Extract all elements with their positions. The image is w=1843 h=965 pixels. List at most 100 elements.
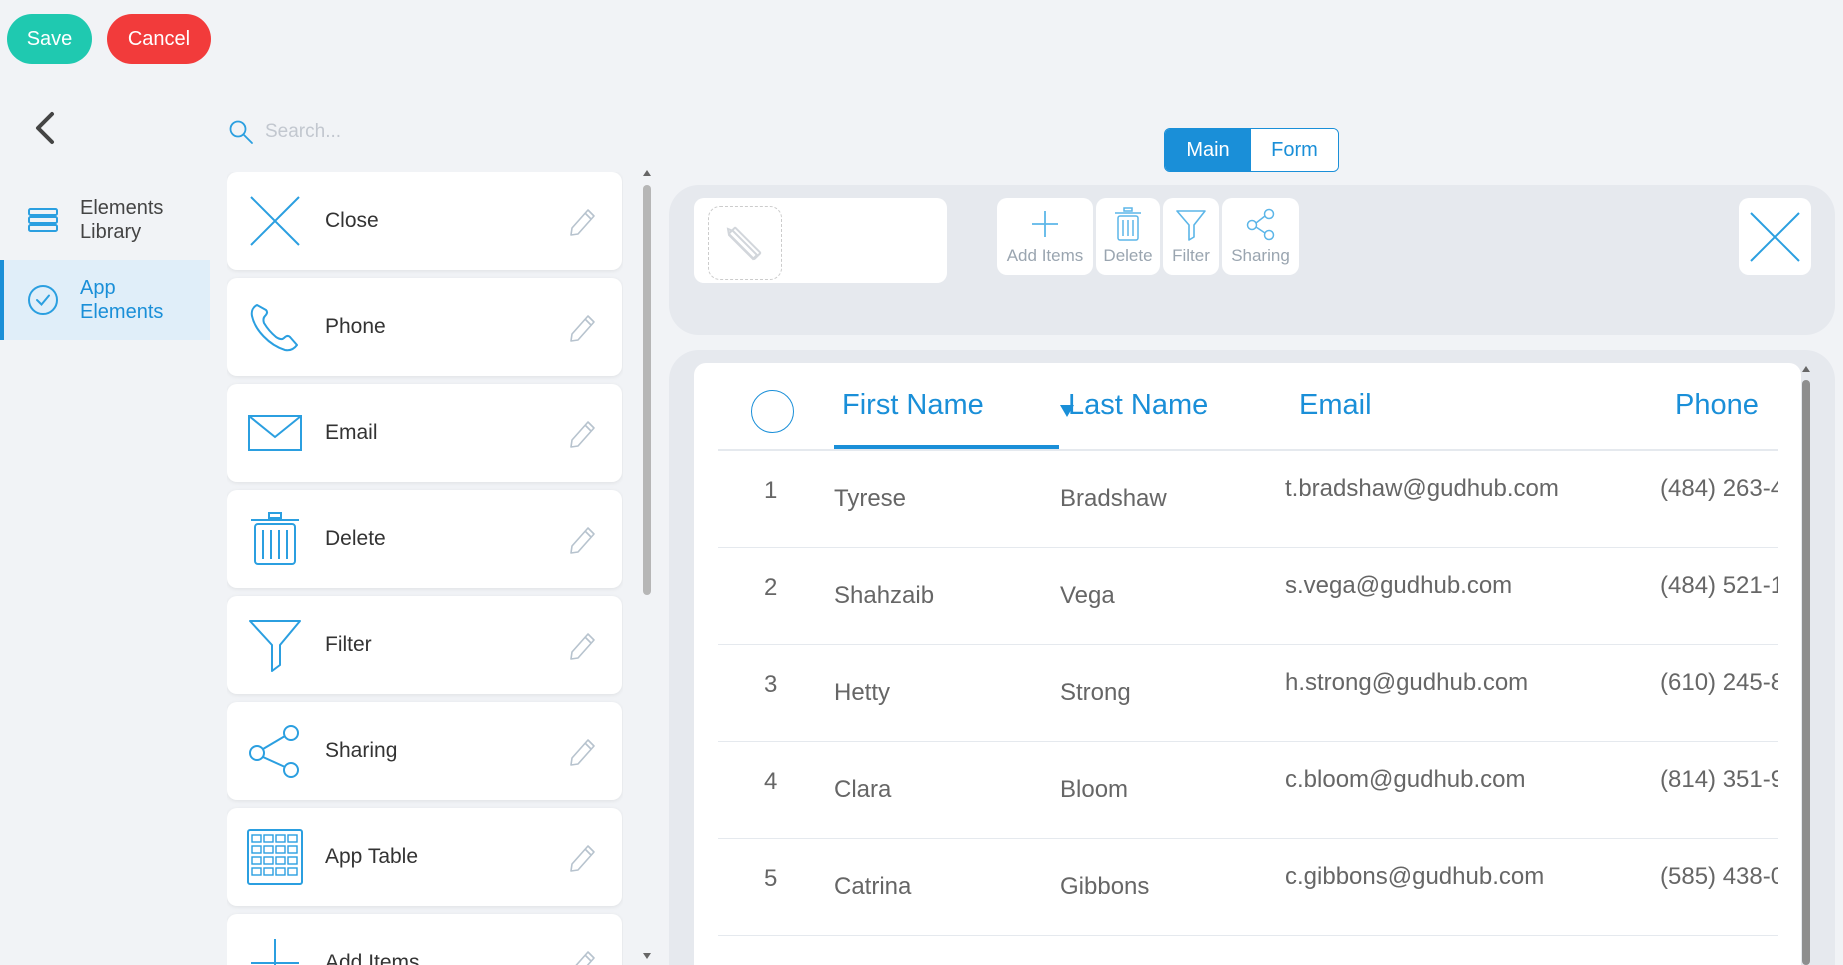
close-icon [1750, 211, 1800, 262]
elements-scrollbar[interactable] [643, 185, 651, 595]
cell-email: c.gibbons@gudhub.com [1285, 863, 1545, 890]
pencil-icon[interactable] [566, 522, 600, 556]
cell-email: c.bloom@gudhub.com [1285, 766, 1526, 793]
tool-label: Sharing [1231, 246, 1290, 265]
element-label: Sharing [325, 739, 398, 762]
app-table: First Name Last Name Email Phone 1 Tyres… [694, 363, 1801, 965]
scroll-up-arrow[interactable] [643, 170, 651, 176]
element-card-add-items[interactable]: Add Items [227, 914, 622, 965]
pencil-icon[interactable] [566, 416, 600, 450]
cell-last-name: Bloom [1060, 776, 1129, 803]
element-card-phone[interactable]: Phone [227, 278, 622, 376]
cell-email: s.vega@gudhub.com [1285, 572, 1513, 599]
table-row[interactable]: 2 Shahzaib Vega s.vega@gudhub.com (484) … [718, 548, 1778, 645]
pencil-icon[interactable] [566, 204, 600, 238]
pencil-icon[interactable] [566, 310, 600, 344]
table-panel: First Name Last Name Email Phone 1 Tyres… [669, 350, 1835, 965]
cell-phone: (610) 245-8 [1660, 669, 1778, 696]
check-circle-icon [28, 285, 58, 315]
element-label: Filter [325, 633, 372, 656]
trash-icon [1115, 207, 1141, 241]
cancel-button[interactable]: Cancel [107, 14, 211, 64]
element-card-close[interactable]: Close [227, 172, 622, 270]
row-index: 5 [764, 865, 778, 892]
tool-sharing-button[interactable]: Sharing [1222, 198, 1299, 275]
cell-last-name: Bradshaw [1060, 485, 1167, 512]
row-index: 4 [764, 768, 778, 795]
element-card-email[interactable]: Email [227, 384, 622, 482]
sidebar-item-label: Elements Library [80, 197, 164, 243]
search-input[interactable] [265, 121, 585, 143]
cell-last-name: Vega [1060, 582, 1115, 609]
cell-first-name: Hetty [834, 679, 891, 706]
tab-form[interactable]: Form [1251, 129, 1338, 171]
chevron-left-icon[interactable] [30, 110, 62, 146]
element-label: Email [325, 421, 378, 444]
element-card-sharing[interactable]: Sharing [227, 702, 622, 800]
tool-label: Delete [1103, 246, 1153, 265]
column-header-first-name[interactable]: First Name [842, 389, 984, 422]
sidebar-item-label: App Elements [80, 277, 164, 323]
top-bar: Save Cancel [0, 0, 1843, 80]
element-card-delete[interactable]: Delete [227, 490, 622, 588]
column-header-last-name[interactable]: Last Name [1068, 389, 1208, 422]
pencil-icon[interactable] [566, 628, 600, 662]
pencil-icon[interactable] [566, 734, 600, 768]
tool-add-items-button[interactable]: Add Items [997, 198, 1093, 275]
cell-phone: (585) 438-0 [1660, 863, 1778, 890]
tool-filter-button[interactable]: Filter [1163, 198, 1219, 275]
element-label: Delete [325, 527, 386, 550]
share-icon [249, 725, 299, 778]
table-header: First Name Last Name Email Phone [718, 363, 1778, 451]
cell-first-name: Clara [834, 776, 892, 803]
save-button[interactable]: Save [7, 14, 92, 64]
trash-icon [251, 512, 299, 565]
logo-card[interactable] [694, 198, 947, 283]
table-row[interactable]: 5 Catrina Gibbons c.gibbons@gudhub.com (… [718, 839, 1778, 936]
cell-last-name: Gibbons [1060, 873, 1150, 900]
table-scroll-up-arrow[interactable] [1802, 366, 1810, 372]
column-header-phone[interactable]: Phone [1675, 389, 1759, 422]
sidebar-nav: Elements Library App Elements [0, 180, 210, 340]
search-icon [229, 120, 253, 144]
tool-delete-button[interactable]: Delete [1096, 198, 1160, 275]
cell-first-name: Catrina [834, 873, 912, 900]
tab-main[interactable]: Main [1165, 129, 1251, 171]
cell-email: h.strong@gudhub.com [1285, 669, 1529, 696]
cell-phone: (484) 521-1 [1660, 572, 1778, 599]
row-index: 3 [764, 671, 778, 698]
table-body: 1 Tyrese Bradshaw t.bradshaw@gudhub.com … [718, 451, 1778, 936]
close-preview-button[interactable] [1739, 198, 1811, 275]
table-row[interactable]: 1 Tyrese Bradshaw t.bradshaw@gudhub.com … [718, 451, 1778, 548]
toolbar-panel: Add Items Delete Filter Sharing [669, 185, 1835, 335]
search-bar [227, 110, 627, 154]
select-all-checkbox[interactable] [751, 390, 794, 433]
table-row[interactable]: 4 Clara Bloom c.bloom@gudhub.com (814) 3… [718, 742, 1778, 839]
scroll-down-arrow[interactable] [643, 953, 651, 959]
share-icon [1246, 208, 1274, 241]
tool-label: Add Items [1006, 246, 1084, 265]
column-header-email[interactable]: Email [1299, 389, 1372, 422]
row-index: 2 [764, 574, 778, 601]
element-label: Close [325, 209, 379, 232]
element-label: Add Items [325, 951, 420, 965]
envelope-icon [248, 415, 302, 451]
table-scrollbar[interactable] [1802, 380, 1810, 965]
sidebar-item-app-elements[interactable]: App Elements [0, 260, 210, 340]
element-card-filter[interactable]: Filter [227, 596, 622, 694]
element-label: App Table [325, 845, 419, 868]
pencil-icon[interactable] [566, 946, 600, 965]
pencil-icon[interactable] [566, 840, 600, 874]
table-row[interactable]: 3 Hetty Strong h.strong@gudhub.com (610)… [718, 645, 1778, 742]
sidebar-item-elements-library[interactable]: Elements Library [0, 180, 210, 260]
close-icon [250, 196, 300, 246]
layers-icon [28, 208, 58, 232]
cell-first-name: Shahzaib [834, 582, 935, 609]
view-toggle: Main Form [1164, 128, 1339, 172]
row-index: 1 [764, 477, 778, 504]
logo-placeholder [708, 206, 782, 280]
element-card-app-table[interactable]: App Table [227, 808, 622, 906]
plus-icon [1032, 211, 1058, 237]
phone-icon [250, 304, 298, 352]
sort-indicator [834, 445, 1059, 449]
